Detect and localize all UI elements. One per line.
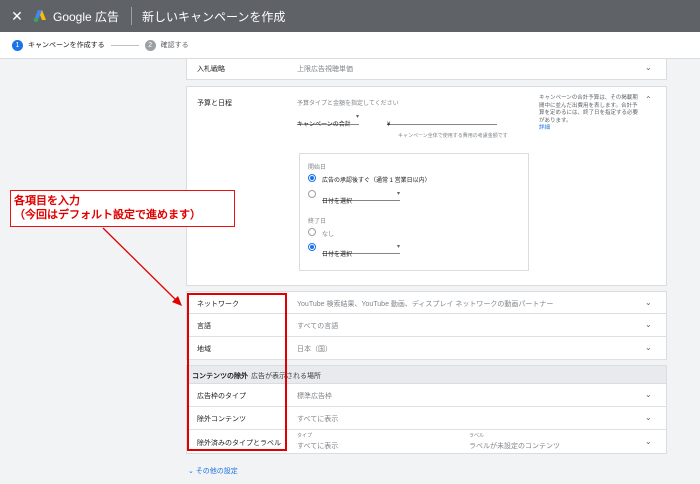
annotation-arrow xyxy=(102,227,182,306)
annotation-line-2: （今回はデフォルト設定で進めます） xyxy=(14,209,201,221)
annotation-callout: 各項目を入力 （今回はデフォルト設定で進めます） xyxy=(10,190,235,227)
annotation-line-1: 各項目を入力 xyxy=(14,195,80,207)
